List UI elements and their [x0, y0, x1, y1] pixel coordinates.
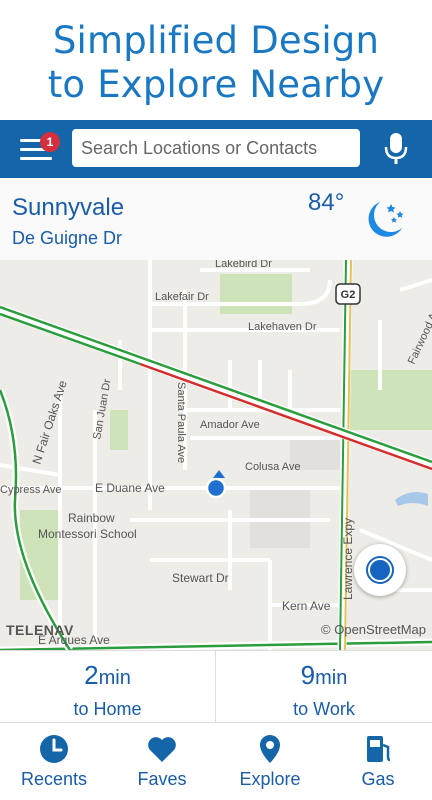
shield-label: G2 — [341, 289, 356, 301]
nav-label: Recents — [20, 769, 88, 789]
park-area — [220, 274, 292, 314]
park-area — [110, 410, 128, 450]
temperature: 84° — [308, 189, 345, 216]
eta-destination: to Work — [293, 699, 355, 719]
menu-icon-bar — [20, 157, 52, 160]
map-pin-icon — [260, 735, 280, 763]
park-area — [350, 370, 432, 430]
promo-title-line2: to Explore Nearby — [47, 63, 385, 106]
map-label: Cypress Ave — [0, 484, 62, 496]
map-label: Kern Ave — [282, 599, 331, 613]
map-label: Rainbow — [68, 511, 115, 525]
map-label: Santa Paula Ave — [175, 382, 187, 463]
gas-pump-icon — [367, 736, 391, 762]
eta-panel: 2min to Home 9min to Work — [0, 650, 432, 723]
search-input[interactable]: Search Locations or Contacts — [72, 129, 360, 167]
bottom-navigation: Recents Faves Explore Gas — [0, 723, 432, 800]
map-label: Montessori School — [38, 527, 137, 541]
eta-work-card[interactable]: 9min to Work — [216, 651, 432, 723]
top-app-bar: 1 Search Locations or Contacts — [0, 120, 432, 178]
nav-label: Faves — [137, 769, 187, 789]
eta-destination: to Home — [73, 699, 142, 719]
microphone-button[interactable] — [378, 130, 414, 168]
eta-unit: min — [98, 667, 131, 689]
eta-time: 2min — [0, 651, 215, 695]
map-label: Colusa Ave — [245, 461, 300, 473]
route-shield-g2: G2 — [335, 283, 361, 305]
map-label: Lawrence Expy — [341, 518, 355, 600]
telenav-logo: TELENAV — [6, 622, 74, 638]
nav-recents[interactable]: Recents — [0, 723, 108, 800]
nav-gas[interactable]: Gas — [324, 723, 432, 800]
map-label: N Fair Oaks Ave — [30, 378, 70, 466]
street-name: De Guigne Dr — [12, 228, 123, 248]
map-label: E Duane Ave — [95, 481, 165, 495]
eta-home-card[interactable]: 2min to Home — [0, 651, 216, 723]
microphone-icon — [384, 133, 408, 164]
map-label: Lakehaven Dr — [248, 321, 317, 333]
heart-icon — [148, 737, 176, 762]
city-name: Sunnyvale — [12, 194, 125, 221]
map-label: Fairwood Ave — [406, 301, 432, 366]
map-view[interactable]: G2 Lakebird Dr Lakefair Dr Lakehaven Dr … — [0, 260, 432, 650]
eta-value: 9 — [300, 660, 316, 690]
promo-title-line1: Simplified Design — [52, 19, 380, 62]
nav-explore[interactable]: Explore — [216, 723, 324, 800]
map-label: Lakebird Dr — [215, 260, 272, 270]
map-attribution: © OpenStreetMap — [321, 622, 426, 637]
map-label: Amador Ave — [200, 419, 260, 431]
hamburger-menu-button[interactable]: 1 — [14, 130, 60, 168]
map-label: Stewart Dr — [172, 571, 229, 585]
nav-faves[interactable]: Faves — [108, 723, 216, 800]
notification-badge: 1 — [40, 132, 60, 152]
promo-header: Simplified Design to Explore Nearby — [0, 0, 432, 120]
recenter-location-button[interactable] — [354, 544, 406, 596]
clock-icon — [40, 735, 68, 763]
map-label: Lakefair Dr — [155, 291, 209, 303]
moon-stars-icon — [368, 202, 404, 237]
eta-unit: min — [315, 667, 348, 689]
current-location-marker — [205, 470, 227, 499]
eta-time: 9min — [216, 651, 432, 695]
water-area — [395, 492, 428, 506]
nav-label: Explore — [239, 769, 301, 789]
traffic-line — [0, 312, 141, 366]
eta-value: 2 — [84, 660, 99, 690]
nav-label: Gas — [361, 769, 395, 789]
